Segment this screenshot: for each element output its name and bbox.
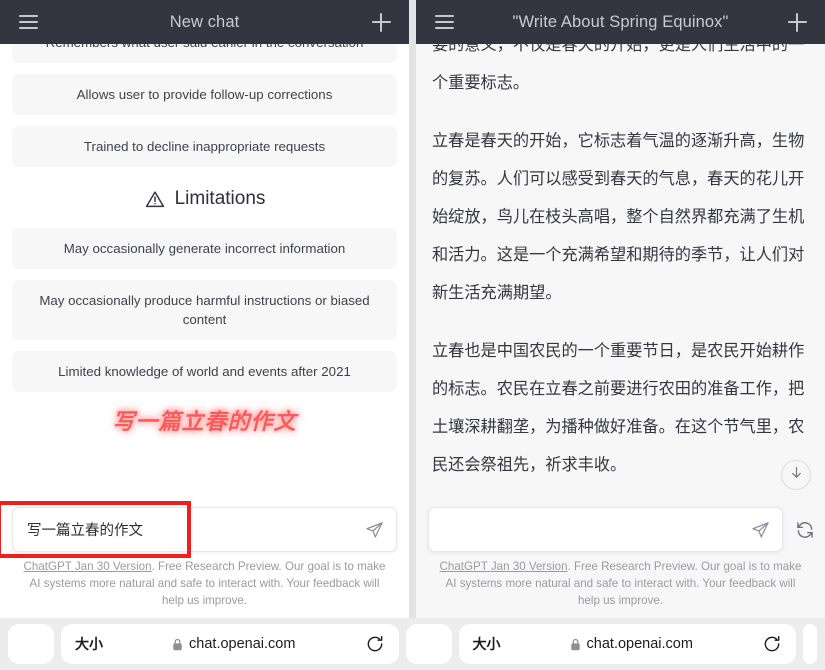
- left-message-input[interactable]: 写一篇立春的作文: [12, 507, 397, 552]
- tiled-browser-windows: New chat Remembers what user said earlie…: [0, 0, 825, 618]
- new-chat-button-right[interactable]: [782, 7, 812, 37]
- arrow-down-icon: [789, 465, 804, 485]
- url-text-left: chat.openai.com: [189, 636, 295, 652]
- window-divider: [409, 0, 416, 618]
- address-bar-left[interactable]: 大小 chat.openai.com: [61, 624, 399, 664]
- plus-icon: [372, 13, 391, 32]
- left-app-header: New chat: [0, 0, 409, 44]
- screen: New chat Remembers what user said earlie…: [0, 0, 825, 670]
- left-cards: Remembers what user said earlier in the …: [0, 44, 409, 392]
- left-chat-title: New chat: [43, 13, 366, 32]
- limitation-card[interactable]: May occasionally produce harmful instruc…: [12, 280, 397, 340]
- text-size-button-right[interactable]: 大小: [473, 634, 501, 654]
- sidebar-toggle-button-right[interactable]: [429, 7, 459, 37]
- limitation-card[interactable]: Limited knowledge of world and events af…: [12, 351, 397, 392]
- browser-window-left: New chat Remembers what user said earlie…: [0, 0, 409, 618]
- lock-icon: [172, 638, 183, 651]
- assistant-answer: 要的意义，不仅是春天的开始，更是人们生活中的一个重要标志。 立春是春天的开始，它…: [416, 44, 825, 499]
- version-link-left[interactable]: ChatGPT Jan 30 Version: [24, 560, 152, 573]
- left-composer-wrap: 写一篇立春的作文: [0, 499, 409, 552]
- toolbar-stub-middle[interactable]: [406, 624, 452, 664]
- left-input-value: 写一篇立春的作文: [27, 519, 143, 540]
- limitations-label: Limitations: [175, 188, 266, 210]
- version-link-right[interactable]: ChatGPT Jan 30 Version: [440, 560, 568, 573]
- right-app-header: "Write About Spring Equinox": [416, 0, 825, 44]
- lock-icon: [570, 638, 581, 651]
- left-legal-footer: ChatGPT Jan 30 Version. Free Research Pr…: [0, 552, 409, 618]
- answer-paragraph: 要的意义，不仅是春天的开始，更是人们生活中的一个重要标志。: [432, 44, 809, 102]
- address-bar-right[interactable]: 大小 chat.openai.com: [459, 624, 797, 664]
- right-legal-footer: ChatGPT Jan 30 Version. Free Research Pr…: [416, 552, 825, 618]
- url-text-right: chat.openai.com: [587, 636, 693, 652]
- new-chat-button-left[interactable]: [366, 7, 396, 37]
- url-group-left[interactable]: chat.openai.com: [103, 636, 365, 652]
- url-group-right[interactable]: chat.openai.com: [501, 636, 763, 652]
- capability-card[interactable]: Allows user to provide follow-up correct…: [12, 74, 397, 115]
- browser-toolbars: 大小 chat.openai.com 大小: [0, 618, 825, 670]
- answer-paragraph: 立春是春天的开始，它标志着气温的逐渐升高，生物的复苏。人们可以感受到春天的气息，…: [432, 122, 809, 312]
- right-conversation-area[interactable]: 要的意义，不仅是春天的开始，更是人们生活中的一个重要标志。 立春是春天的开始，它…: [416, 44, 825, 499]
- reload-button-right[interactable]: [762, 634, 782, 654]
- red-annotation-text: 写一篇立春的作文: [0, 404, 409, 436]
- text-size-button-left[interactable]: 大小: [75, 634, 103, 654]
- right-composer-wrap: [416, 499, 825, 552]
- reload-button-left[interactable]: [365, 634, 385, 654]
- plus-icon: [788, 13, 807, 32]
- send-button-left[interactable]: [365, 520, 384, 539]
- regenerate-button[interactable]: [795, 520, 815, 540]
- right-message-input[interactable]: [428, 507, 783, 552]
- sidebar-toggle-button-left[interactable]: [13, 7, 43, 37]
- toolbar-stub-left[interactable]: [8, 624, 54, 664]
- capability-card[interactable]: Remembers what user said earlier in the …: [12, 44, 397, 63]
- toolbar-stub-right[interactable]: [803, 624, 817, 664]
- left-conversation-area[interactable]: Remembers what user said earlier in the …: [0, 44, 409, 499]
- limitations-section-header: Limitations: [12, 188, 397, 210]
- answer-paragraph: 立春也是中国农民的一个重要节日，是农民开始耕作的标志。农民在立春之前要进行农田的…: [432, 332, 809, 484]
- scroll-to-bottom-button[interactable]: [781, 460, 811, 490]
- browser-window-right: "Write About Spring Equinox" 要的意义，不仅是春天的…: [416, 0, 825, 618]
- capability-card[interactable]: Trained to decline inappropriate request…: [12, 126, 397, 167]
- warning-triangle-icon: [144, 188, 166, 210]
- send-button-right[interactable]: [751, 520, 770, 539]
- right-chat-title: "Write About Spring Equinox": [459, 13, 782, 32]
- hamburger-icon: [19, 15, 38, 29]
- hamburger-icon: [435, 15, 454, 29]
- limitation-card[interactable]: May occasionally generate incorrect info…: [12, 228, 397, 269]
